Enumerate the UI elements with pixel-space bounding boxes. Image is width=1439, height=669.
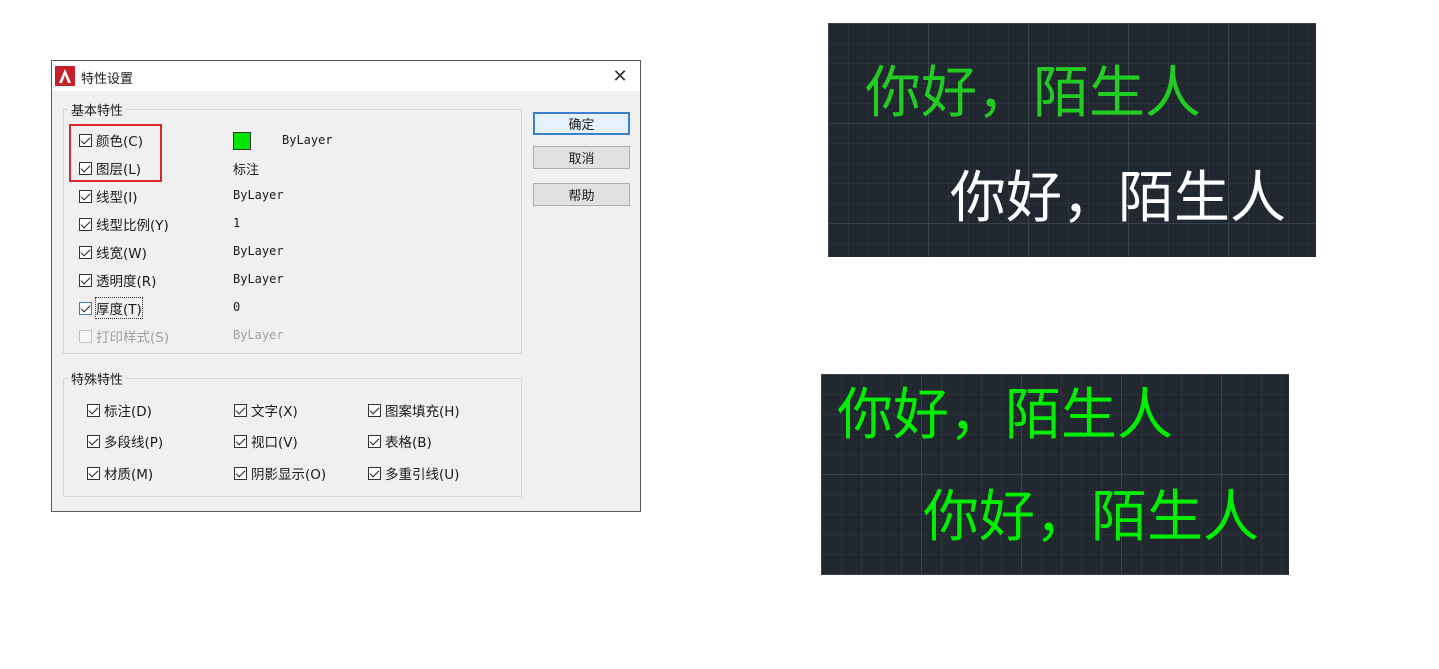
- checkbox-viewport[interactable]: [234, 434, 247, 448]
- special-properties-label: 特殊特性: [68, 369, 127, 388]
- option-thickness[interactable]: 厚度(T): [79, 297, 143, 319]
- option-table-label: 表格(B): [385, 435, 432, 451]
- value-thickness: 0: [233, 300, 241, 314]
- option-polyline-label: 多段线(P): [104, 435, 164, 451]
- option-dimension-label: 标注(D): [104, 404, 152, 420]
- checkbox-linetype-scale[interactable]: [79, 217, 92, 231]
- option-shadow-display[interactable]: 阴影显示(O): [234, 463, 326, 483]
- close-button[interactable]: ✕: [600, 61, 640, 91]
- option-table[interactable]: 表格(B): [368, 431, 432, 451]
- preview-before-line2: 你好，陌生人: [950, 166, 1286, 231]
- close-icon: ✕: [612, 65, 628, 87]
- cad-preview-after: 你好，陌生人 你好，陌生人: [821, 374, 1289, 575]
- basic-properties-label: 基本特性: [68, 100, 127, 119]
- option-lineweight[interactable]: 线宽(W): [79, 242, 147, 262]
- option-material-label: 材质(M): [104, 467, 154, 483]
- cad-preview-before: 你好，陌生人 你好，陌生人: [828, 23, 1316, 257]
- value-linetype-scale: 1: [233, 216, 241, 230]
- value-plot-style: ByLayer: [233, 328, 284, 342]
- option-multileader-label: 多重引线(U): [385, 467, 460, 483]
- checkbox-linetype[interactable]: [79, 189, 92, 203]
- preview-before-line1: 你好，陌生人: [865, 61, 1201, 126]
- option-thickness-label: 厚度(T): [95, 297, 143, 319]
- option-lineweight-label: 线宽(W): [96, 246, 147, 262]
- option-transparency-label: 透明度(R): [96, 274, 157, 290]
- help-button[interactable]: 帮助: [533, 183, 630, 206]
- option-multileader[interactable]: 多重引线(U): [368, 463, 459, 483]
- option-material[interactable]: 材质(M): [87, 463, 153, 483]
- autocad-logo-icon: [55, 66, 75, 86]
- checkbox-hatch[interactable]: [368, 403, 381, 417]
- checkbox-transparency[interactable]: [79, 273, 92, 287]
- option-hatch[interactable]: 图案填充(H): [368, 400, 460, 420]
- option-linetype-scale-label: 线型比例(Y): [96, 218, 169, 234]
- value-color: ByLayer: [282, 133, 333, 147]
- option-text-label: 文字(X): [251, 404, 298, 420]
- option-dimension[interactable]: 标注(D): [87, 400, 152, 420]
- checkbox-material[interactable]: [87, 466, 100, 480]
- preview-after-line2: 你好，陌生人: [923, 485, 1259, 550]
- option-plot-style-label: 打印样式(S): [96, 330, 170, 346]
- value-linetype: ByLayer: [233, 188, 284, 202]
- option-transparency[interactable]: 透明度(R): [79, 270, 156, 290]
- option-text[interactable]: 文字(X): [234, 400, 298, 420]
- value-transparency: ByLayer: [233, 272, 284, 286]
- value-layer: 标注: [233, 163, 260, 178]
- checkbox-dimension[interactable]: [87, 403, 100, 417]
- checkbox-multileader[interactable]: [368, 466, 381, 480]
- option-plot-style: 打印样式(S): [79, 326, 169, 346]
- property-settings-dialog: 特性设置 ✕ 基本特性 颜色(C) 图层(L) 线型(I) 线型比例(Y) 线宽…: [51, 60, 641, 512]
- ok-button[interactable]: 确定: [533, 112, 630, 135]
- checkbox-shadow-display[interactable]: [234, 466, 247, 480]
- checkbox-text[interactable]: [234, 403, 247, 417]
- option-viewport[interactable]: 视口(V): [234, 431, 298, 451]
- option-shadow-display-label: 阴影显示(O): [251, 467, 327, 483]
- checkbox-plot-style: [79, 329, 92, 343]
- option-linetype-label: 线型(I): [96, 190, 138, 206]
- option-polyline[interactable]: 多段线(P): [87, 431, 163, 451]
- highlight-annotation-box: [69, 124, 162, 182]
- value-lineweight: ByLayer: [233, 244, 284, 258]
- checkbox-thickness[interactable]: [79, 301, 92, 315]
- option-linetype-scale[interactable]: 线型比例(Y): [79, 214, 169, 234]
- checkbox-polyline[interactable]: [87, 434, 100, 448]
- color-swatch: [233, 132, 251, 150]
- dialog-title: 特性设置: [81, 72, 134, 87]
- option-linetype[interactable]: 线型(I): [79, 186, 138, 206]
- preview-after-line1: 你好，陌生人: [837, 383, 1173, 448]
- checkbox-table[interactable]: [368, 434, 381, 448]
- cancel-button[interactable]: 取消: [533, 146, 630, 169]
- option-hatch-label: 图案填充(H): [385, 404, 460, 420]
- title-bar: 特性设置 ✕: [52, 61, 640, 91]
- option-viewport-label: 视口(V): [251, 435, 298, 451]
- checkbox-lineweight[interactable]: [79, 245, 92, 259]
